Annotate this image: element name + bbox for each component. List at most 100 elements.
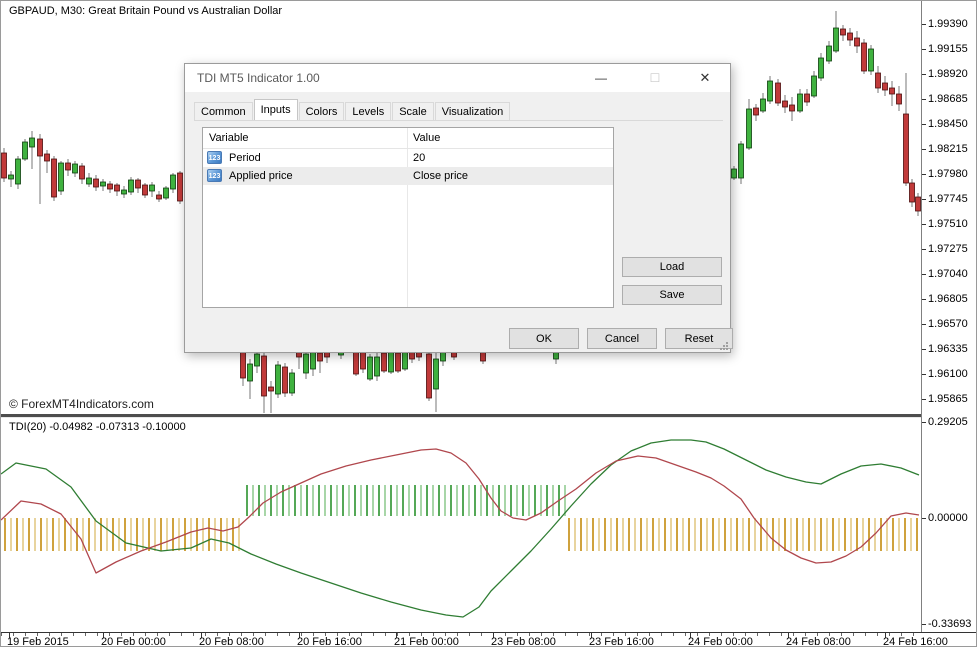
price-label: 1.98685: [928, 93, 968, 105]
bear-candle: [157, 195, 162, 199]
tab-colors[interactable]: Colors: [299, 102, 345, 120]
tdi-indicator-pane[interactable]: TDI(20) -0.04982 -0.07313 -0.10000: [1, 418, 921, 630]
price-label-tick: [922, 149, 926, 150]
close-icon[interactable]: ✕: [688, 64, 722, 92]
tab-visualization[interactable]: Visualization: [435, 102, 511, 120]
bear-candle: [94, 179, 99, 187]
tab-common[interactable]: Common: [194, 102, 253, 120]
price-label-tick: [922, 324, 926, 325]
load-button[interactable]: Load: [622, 257, 722, 277]
time-label: 23 Feb 16:00: [589, 636, 654, 647]
price-label-tick: [922, 24, 926, 25]
numeric-parameter-icon: 123: [207, 169, 222, 182]
bear-candle: [754, 108, 759, 115]
bull-candle: [276, 365, 281, 394]
bull-candle: [129, 180, 134, 192]
bull-candle: [9, 175, 14, 179]
price-label: 1.96805: [928, 293, 968, 305]
bull-candle: [30, 138, 35, 147]
parameter-value[interactable]: 20: [413, 152, 425, 164]
dialog-titlebar[interactable]: TDI MT5 Indicator 1.00 — ☐ ✕: [185, 64, 730, 92]
indicator-scale-label-tick: [922, 518, 926, 519]
bull-candle: [834, 28, 839, 51]
bear-candle: [862, 43, 867, 71]
bear-candle: [897, 94, 902, 104]
bear-candle: [883, 83, 888, 90]
time-axis[interactable]: 19 Feb 201520 Feb 00:0020 Feb 08:0020 Fe…: [1, 632, 977, 647]
cancel-button[interactable]: Cancel: [587, 328, 657, 349]
table-header-row: Variable Value: [203, 128, 613, 149]
bull-candle: [171, 175, 176, 189]
bull-candle: [290, 373, 295, 393]
bull-candle: [73, 164, 78, 173]
indicator-scale-label-tick: [922, 624, 926, 625]
tab-scale[interactable]: Scale: [392, 102, 434, 120]
tdi-green-line: [1, 440, 919, 617]
price-label: 1.98215: [928, 143, 968, 155]
time-label: 24 Feb 08:00: [786, 636, 851, 647]
bear-candle: [241, 351, 246, 378]
price-label: 1.96100: [928, 368, 968, 380]
ok-button[interactable]: OK: [509, 328, 579, 349]
bear-candle: [396, 353, 401, 371]
price-label: 1.96335: [928, 343, 968, 355]
time-label: 20 Feb 16:00: [297, 636, 362, 647]
price-label-tick: [922, 299, 926, 300]
bear-candle: [890, 88, 895, 94]
price-label: 1.97040: [928, 268, 968, 280]
dialog-tab-strip: CommonInputsColorsLevelsScaleVisualizati…: [194, 99, 723, 121]
price-label-tick: [922, 74, 926, 75]
bear-candle: [115, 185, 120, 191]
price-label-tick: [922, 399, 926, 400]
time-label: 24 Feb 16:00: [883, 636, 948, 647]
price-label: 1.98920: [928, 68, 968, 80]
bull-candle: [827, 46, 832, 61]
price-label-tick: [922, 374, 926, 375]
minimize-icon[interactable]: —: [584, 64, 618, 92]
bear-candle: [178, 173, 183, 201]
bear-candle: [805, 94, 810, 102]
value-column-header: Value: [413, 132, 440, 144]
bull-candle: [248, 364, 253, 381]
price-label: 1.99155: [928, 43, 968, 55]
parameter-row-period[interactable]: 123Period20: [203, 149, 613, 167]
bear-candle: [361, 351, 366, 369]
dialog-title: TDI MT5 Indicator 1.00: [197, 71, 320, 85]
indicator-scale-label-tick: [922, 422, 926, 423]
price-label: 1.98450: [928, 118, 968, 130]
bear-candle: [262, 356, 267, 396]
bear-candle: [841, 29, 846, 35]
price-label-tick: [922, 224, 926, 225]
maximize-icon[interactable]: ☐: [638, 64, 672, 92]
bull-candle: [59, 163, 64, 191]
bull-candle: [732, 169, 737, 178]
price-label-tick: [922, 199, 926, 200]
dialog-resize-grip[interactable]: [720, 342, 728, 350]
price-label: 1.97980: [928, 168, 968, 180]
bear-candle: [427, 354, 432, 398]
bear-candle: [354, 351, 359, 374]
tdi-indicator-chart: [1, 418, 921, 630]
save-button[interactable]: Save: [622, 285, 722, 305]
indicator-properties-dialog: TDI MT5 Indicator 1.00 — ☐ ✕ CommonInput…: [184, 63, 731, 353]
price-label: 1.97745: [928, 193, 968, 205]
bull-candle: [761, 99, 766, 111]
tab-inputs[interactable]: Inputs: [254, 99, 298, 120]
time-label: 21 Feb 00:00: [394, 636, 459, 647]
bear-candle: [382, 353, 387, 371]
bull-candle: [798, 94, 803, 111]
bull-candle: [739, 144, 744, 178]
tab-levels[interactable]: Levels: [345, 102, 391, 120]
price-axis[interactable]: 1.993901.991551.989201.986851.984501.982…: [921, 1, 977, 632]
bull-candle: [819, 58, 824, 78]
bear-candle: [904, 114, 909, 183]
mt5-chart-window: GBPAUD, M30: Great Britain Pound vs Aust…: [0, 0, 977, 647]
chart-symbol-label: GBPAUD, M30: Great Britain Pound vs Aust…: [9, 5, 282, 17]
time-label: 24 Feb 00:00: [688, 636, 753, 647]
parameter-value[interactable]: Close price: [413, 170, 468, 182]
bull-candle: [304, 354, 309, 373]
time-label: 19 Feb 2015: [7, 636, 69, 647]
price-label: 1.97510: [928, 218, 968, 230]
parameter-row-applied-price[interactable]: 123Applied priceClose price: [203, 167, 613, 185]
variable-column-header: Variable: [209, 132, 249, 144]
